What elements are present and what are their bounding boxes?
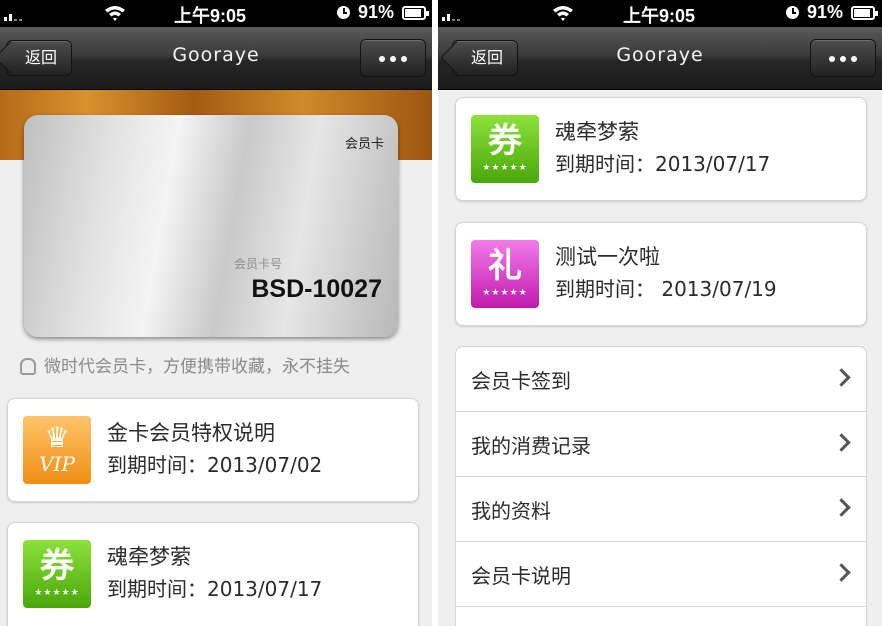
coupon-expiry: 到期时间：2013/07/02 <box>107 453 323 477</box>
coupon-icon: 券 ★★★★★ <box>471 115 539 183</box>
clock-icon <box>337 6 350 19</box>
signal-icon <box>4 7 24 21</box>
menu-item-purchase-history[interactable]: 我的消费记录 <box>456 412 866 477</box>
wifi-icon <box>105 6 125 21</box>
battery-icon <box>851 6 878 20</box>
menu-item-checkin[interactable]: 会员卡签到 <box>456 347 866 412</box>
coupon-expiry: 到期时间：2013/07/17 <box>555 152 771 176</box>
coupon-title: 金卡会员特权说明 <box>107 421 275 445</box>
tagline-text: 微时代会员卡，方便携带收藏，永不挂失 <box>44 357 350 377</box>
card-number: BSD-10027 <box>251 275 382 303</box>
signal-icon <box>442 7 462 21</box>
coupon-item[interactable]: 券 ★★★★★ 魂牵梦萦 到期时间：2013/07/17 <box>7 522 419 626</box>
phone-screen-left: 上午9:05 91% 返回 Gooraye 会员卡 会员卡号 BSD-10027… <box>0 0 432 626</box>
status-bar: 上午9:05 91% <box>0 0 432 27</box>
menu-item-label: 我的资料 <box>471 499 551 523</box>
coupon-expiry: 到期时间： 2013/07/19 <box>555 277 777 301</box>
nav-bar: 返回 Gooraye <box>0 27 432 90</box>
coupon-item[interactable]: 礼 ★★★★★ 测试一次啦 到期时间： 2013/07/19 <box>455 222 867 326</box>
status-time: 上午9:05 <box>623 6 696 26</box>
battery-percent: 91% <box>358 2 395 22</box>
coupon-title: 魂牵梦萦 <box>555 120 639 144</box>
menu-item-label: 会员卡签到 <box>471 369 571 393</box>
battery-icon <box>402 6 429 20</box>
clock-icon <box>786 6 799 19</box>
status-time: 上午9:05 <box>174 6 247 26</box>
chevron-right-icon <box>832 563 851 582</box>
more-button[interactable] <box>810 39 876 77</box>
menu-item-card-info[interactable]: 会员卡说明 <box>456 542 866 607</box>
menu-item-profile[interactable]: 我的资料 <box>456 477 866 542</box>
card-tagline: 微时代会员卡，方便携带收藏，永不挂失 <box>20 352 350 377</box>
menu-item-label: 我的消费记录 <box>471 434 591 458</box>
coupon-icon: 券 ★★★★★ <box>23 540 91 608</box>
coupon-title: 测试一次啦 <box>555 245 660 269</box>
member-menu: 会员卡签到 我的消费记录 我的资料 会员卡说明 <box>455 346 867 626</box>
nav-bar: 返回 Gooraye <box>438 27 882 90</box>
phone-screen-right: 上午9:05 91% 返回 Gooraye 券 ★★★★★ 魂牵梦萦 到期时间：… <box>438 0 882 626</box>
gift-icon: 礼 ★★★★★ <box>471 240 539 308</box>
coupon-item[interactable]: ♛ VIP 金卡会员特权说明 到期时间：2013/07/02 <box>7 398 419 502</box>
chevron-right-icon <box>832 498 851 517</box>
more-button[interactable] <box>360 39 426 77</box>
card-label: 会员卡 <box>344 137 384 152</box>
coupon-item[interactable]: 券 ★★★★★ 魂牵梦萦 到期时间：2013/07/17 <box>455 97 867 201</box>
status-bar: 上午9:05 91% <box>438 0 882 27</box>
wifi-icon <box>553 6 573 21</box>
coupon-title: 魂牵梦萦 <box>107 545 191 569</box>
battery-percent: 91% <box>807 2 844 22</box>
coupon-expiry: 到期时间：2013/07/17 <box>107 577 323 601</box>
card-number-label: 会员卡号 <box>234 257 283 271</box>
member-card[interactable]: 会员卡 会员卡号 BSD-10027 <box>24 115 398 337</box>
card-holder-icon <box>20 358 36 375</box>
chevron-right-icon <box>832 433 851 452</box>
menu-item-label: 会员卡说明 <box>471 564 571 588</box>
vip-crown-icon: ♛ VIP <box>23 416 91 484</box>
chevron-right-icon <box>832 368 851 387</box>
